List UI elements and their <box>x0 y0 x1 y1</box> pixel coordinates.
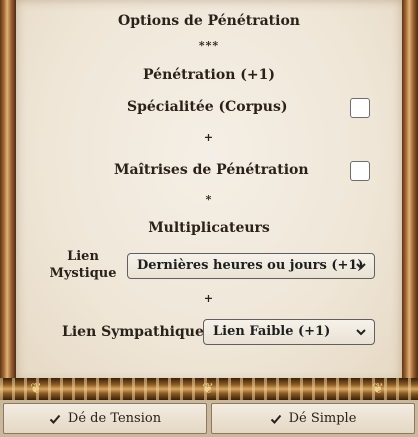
simple-die-button[interactable]: Dé Simple <box>211 403 415 434</box>
mystic-link-selected-value: Dernières heures ou jours (+1) <box>137 258 364 273</box>
frame-right-border <box>402 0 418 382</box>
sympathetic-link-select[interactable]: Lien Faible (+1) <box>203 319 375 345</box>
specialty-checkbox[interactable] <box>350 98 370 118</box>
mastery-label: Maîtrises de Pénétration <box>114 162 309 178</box>
tension-die-button[interactable]: Dé de Tension <box>3 403 207 434</box>
checkmark-icon <box>49 414 61 424</box>
ornamental-divider: ❦ ❦ ❦ <box>0 378 418 400</box>
sympathetic-link-label: Lien Sympathique <box>62 324 204 340</box>
ornament-flourish-center: ❦ <box>202 381 214 397</box>
ornament-flourish-left: ❦ <box>30 381 42 397</box>
mastery-checkbox[interactable] <box>350 161 370 181</box>
specialty-label: Spécialitée (Corpus) <box>127 99 288 115</box>
mystic-link-label-line2: Mystique <box>49 266 117 281</box>
separator-stars: *** <box>198 39 220 52</box>
chevron-down-icon <box>356 329 366 336</box>
multipliers-heading: Multiplicateurs <box>148 220 270 236</box>
simple-die-label: Dé Simple <box>288 411 357 426</box>
tension-die-label: Dé de Tension <box>67 411 162 426</box>
sympathetic-link-selected-value: Lien Faible (+1) <box>213 324 331 339</box>
ornament-flourish-right: ❦ <box>372 381 384 397</box>
separator-star: * <box>205 193 213 206</box>
panel-title: Options de Pénétration <box>118 13 300 29</box>
plus-separator-2: + <box>203 292 215 305</box>
chevron-down-icon <box>356 263 366 270</box>
mystic-link-select[interactable]: Dernières heures ou jours (+1) <box>127 253 375 279</box>
plus-separator: + <box>203 131 215 144</box>
mystic-link-label: Lien Mystique <box>48 248 118 282</box>
penetration-value: Pénétration (+1) <box>143 67 275 83</box>
mystic-link-label-line1: Lien <box>67 249 99 264</box>
checkmark-icon <box>270 414 281 424</box>
frame-left-border <box>0 0 16 382</box>
